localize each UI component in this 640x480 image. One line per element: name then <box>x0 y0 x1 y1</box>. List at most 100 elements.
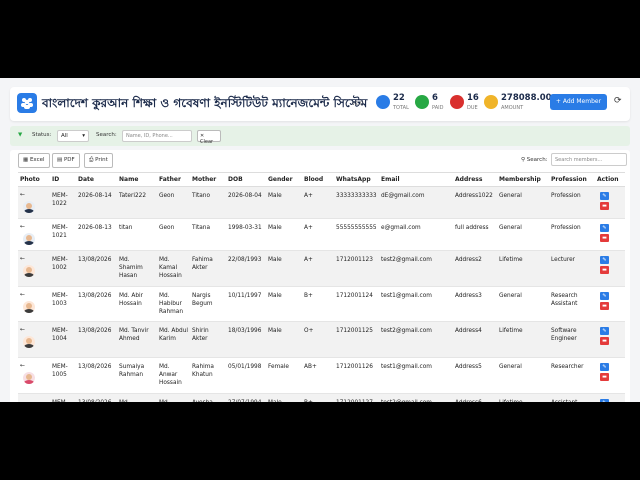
cell-email: test2@gmail.com <box>379 393 453 402</box>
column-header[interactable]: Membership <box>497 172 549 187</box>
cell-mother: Ayesha <box>190 393 226 402</box>
cell-gender: Male <box>266 286 302 322</box>
table-search-input[interactable]: Search members... <box>551 153 627 166</box>
edit-icon[interactable]: ✎ <box>600 192 609 200</box>
back-arrow-icon[interactable]: ← <box>20 224 48 230</box>
cell-father: Md. Kamal Hossain <box>157 250 190 287</box>
refresh-icon[interactable]: ⟳ <box>614 96 622 106</box>
avatar[interactable] <box>23 301 35 313</box>
back-arrow-icon[interactable]: ← <box>20 292 48 298</box>
edit-icon[interactable]: ✎ <box>600 363 609 371</box>
photo-cell: ← <box>18 321 50 358</box>
column-header[interactable]: Blood <box>302 172 334 187</box>
cell-father: Md. Anwar Hossain <box>157 357 190 394</box>
column-header[interactable]: Name <box>117 172 157 187</box>
cell-id: MEM-1005 <box>50 357 76 394</box>
cell-date: 13/08/2026 <box>76 321 117 358</box>
cell-address: Address6 <box>453 393 497 402</box>
pdf-icon: ▤ <box>57 157 64 163</box>
add-member-button[interactable]: + Add Member <box>550 94 607 110</box>
members-table: Photo ID Date Name Father Mother DOB Gender Bloo… <box>18 172 625 402</box>
column-header[interactable]: WhatsApp <box>334 172 379 187</box>
cell-membership: General <box>497 186 549 219</box>
cell-father: Md. Habibur Rahman <box>157 286 190 322</box>
table-row: ← MEM-1002 13/08/2026 Md. Shamim Hasan Md. K… <box>18 250 625 287</box>
status-select-value: All <box>61 133 68 139</box>
edit-icon[interactable]: ✎ <box>600 292 609 300</box>
action-cell: ✎▬ <box>595 250 625 287</box>
delete-icon[interactable]: ▬ <box>600 202 609 210</box>
column-header[interactable]: Profession <box>549 172 595 187</box>
edit-icon[interactable]: ✎ <box>600 256 609 264</box>
cell-name: Sumaiya Rahman <box>117 357 157 394</box>
cell-date: 2026-08-14 <box>76 186 117 219</box>
edit-icon[interactable]: ✎ <box>600 399 609 402</box>
back-arrow-icon[interactable]: ← <box>20 327 48 333</box>
table-header-row: Photo ID Date Name Father Mother DOB Gender Bloo… <box>18 172 625 187</box>
excel-button[interactable]: ▦ Excel <box>18 153 50 168</box>
column-header[interactable]: Photo <box>18 172 50 187</box>
stat-paid-value: 6 <box>432 93 438 103</box>
users-logo-icon <box>17 93 37 113</box>
stat-due-value: 16 <box>467 93 479 103</box>
cell-name: Md. <box>117 393 157 402</box>
avatar[interactable] <box>23 233 35 245</box>
delete-icon[interactable]: ▬ <box>600 302 609 310</box>
cell-profession: Software Engineer <box>549 321 595 358</box>
column-header[interactable]: Email <box>379 172 453 187</box>
delete-icon[interactable]: ▬ <box>600 337 609 345</box>
column-header[interactable]: Action <box>595 172 625 187</box>
delete-icon[interactable]: ▬ <box>600 234 609 242</box>
table-row: ← MEM-1004 13/08/2026 Md. Tanvir Ahmed Md. A… <box>18 321 625 358</box>
back-arrow-icon[interactable]: ← <box>20 192 48 198</box>
column-header[interactable]: DOB <box>226 172 266 187</box>
cell-mother: Shirin Akter <box>190 321 226 358</box>
coin-icon <box>484 95 498 109</box>
column-header[interactable]: ID <box>50 172 76 187</box>
action-cell: ✎▬ <box>595 186 625 219</box>
stat-paid-label: PAID <box>432 105 444 111</box>
table-row: ← MEM-1003 13/08/2026 Md. Abir Hossain Md. H… <box>18 286 625 322</box>
cell-date: 13/08/2026 <box>76 250 117 287</box>
delete-icon[interactable]: ▬ <box>600 373 609 381</box>
pdf-button[interactable]: ▤ PDF <box>52 153 80 168</box>
avatar[interactable] <box>23 336 35 348</box>
cell-email: test1@gmail.com <box>379 357 453 394</box>
edit-icon[interactable]: ✎ <box>600 327 609 335</box>
cell-name: Md. Tanvir Ahmed <box>117 321 157 358</box>
cell-id: MEM-1003 <box>50 286 76 322</box>
column-header[interactable]: Date <box>76 172 117 187</box>
table-row: ← MEM-1005 13/08/2026 Sumaiya Rahman Md. Anw… <box>18 357 625 394</box>
clock-icon <box>450 95 464 109</box>
add-member-label: Add Member <box>562 98 602 105</box>
avatar[interactable] <box>23 265 35 277</box>
filter-search-input[interactable]: Name, ID, Phone... <box>122 130 192 142</box>
column-header[interactable]: Address <box>453 172 497 187</box>
cell-membership: Lifetime <box>497 250 549 287</box>
cell-mother: Titano <box>190 186 226 219</box>
cell-whatsapp: 1712001125 <box>334 321 379 358</box>
table-row: MEM-13/08/2026Md.Md.Ayesha27/07/1994Male… <box>18 393 625 402</box>
check-icon <box>415 95 429 109</box>
cell-address: Address4 <box>453 321 497 358</box>
column-header[interactable]: Gender <box>266 172 302 187</box>
back-arrow-icon[interactable]: ← <box>20 256 48 262</box>
stat-amount-value: 278088.00 <box>501 93 552 103</box>
filter-icon: ▼ <box>18 132 23 138</box>
stat-amount-label: AMOUNT <box>501 105 524 111</box>
action-cell: ✎▬ <box>595 321 625 358</box>
cell-id: MEM-1021 <box>50 218 76 251</box>
photo-cell: ← <box>18 186 50 219</box>
column-header[interactable]: Mother <box>190 172 226 187</box>
clear-button[interactable]: ✕ Clear <box>197 130 221 145</box>
edit-icon[interactable]: ✎ <box>600 224 609 232</box>
avatar[interactable] <box>23 372 35 384</box>
cell-date: 13/08/2026 <box>76 393 117 402</box>
print-button[interactable]: ⎙ Print <box>84 153 113 168</box>
back-arrow-icon[interactable]: ← <box>20 363 48 369</box>
status-select[interactable]: All ▾ <box>57 130 89 142</box>
column-header[interactable]: Father <box>157 172 190 187</box>
delete-icon[interactable]: ▬ <box>600 266 609 274</box>
cell-dob: 27/07/1994 <box>226 393 266 402</box>
avatar[interactable] <box>23 201 35 213</box>
